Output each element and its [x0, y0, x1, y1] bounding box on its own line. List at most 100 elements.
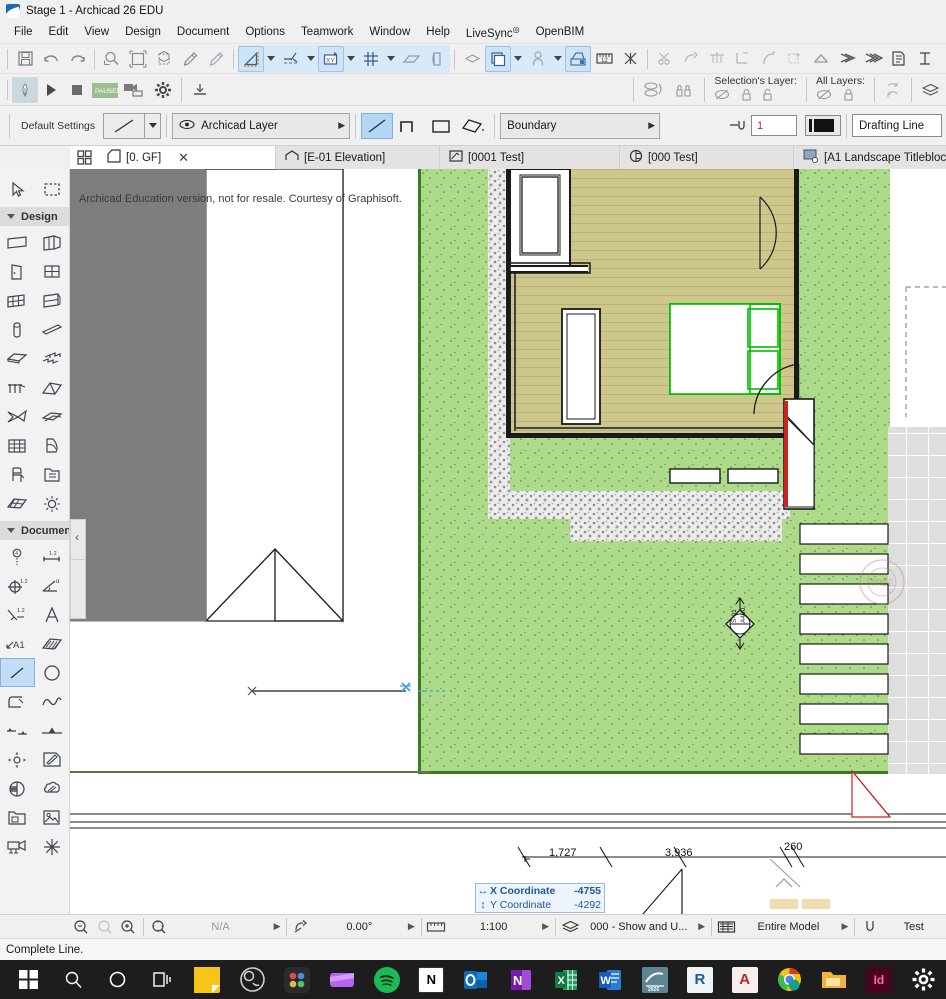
menu-teamwork[interactable]: Teamwork	[293, 24, 361, 40]
autocad-app[interactable]: A	[722, 960, 767, 999]
coordinate-tracker[interactable]: ↔ X Coordinate -4755 ↕ Y Coordinate -429…	[475, 883, 605, 913]
lock-toggle-icon[interactable]	[669, 77, 699, 103]
stair-tool[interactable]	[35, 344, 70, 373]
relative-constraint-icon[interactable]	[278, 46, 304, 72]
sticky-notes-app[interactable]	[185, 960, 230, 999]
solar-panel-tool[interactable]	[0, 489, 35, 518]
tab-grid-icon[interactable]	[70, 146, 98, 169]
arrow-tool[interactable]	[0, 175, 35, 204]
excel-app[interactable]: X	[543, 960, 588, 999]
orientation-value[interactable]: N/A	[170, 921, 270, 933]
redo-icon[interactable]	[64, 46, 90, 72]
tab-layout-titleblock[interactable]: [A1 Landscape Titleblock]	[794, 146, 946, 169]
door-tool[interactable]	[0, 257, 35, 286]
label-tool[interactable]: A1	[0, 629, 35, 658]
settings-app[interactable]	[901, 960, 946, 999]
stair-icon[interactable]	[860, 46, 886, 72]
window-tool[interactable]	[35, 257, 70, 286]
object-tool[interactable]	[0, 460, 35, 489]
indesign-app[interactable]: Id	[857, 960, 902, 999]
cortana-button[interactable]	[96, 960, 141, 999]
layers-dialog-icon[interactable]	[459, 46, 485, 72]
line-preview-caret-icon[interactable]	[145, 113, 161, 139]
selection-hide-icon[interactable]	[714, 88, 732, 104]
rectangle-tool[interactable]	[425, 113, 457, 139]
menu-document[interactable]: Document	[169, 24, 237, 40]
render-settings-icon[interactable]	[565, 46, 591, 72]
spotify-app[interactable]	[364, 960, 409, 999]
clipchamp-app[interactable]	[319, 960, 364, 999]
chrome-app[interactable]	[767, 960, 812, 999]
hotspot-fill-tool[interactable]	[35, 716, 70, 745]
person-icon[interactable]	[525, 46, 551, 72]
download-icon[interactable]	[187, 77, 213, 103]
visibility-toggle-icon[interactable]	[639, 77, 669, 103]
stop-icon[interactable]	[64, 77, 90, 103]
linear-dimension-tool[interactable]: 1.2	[35, 542, 70, 571]
multiply-icon[interactable]	[782, 46, 808, 72]
tab-floor-plan[interactable]: [0. GF] ✕	[98, 146, 276, 169]
guide-lines-icon[interactable]	[398, 46, 424, 72]
level-dimension-tool[interactable]: 4	[0, 542, 35, 571]
toolbox-section-design[interactable]: Design	[0, 207, 69, 226]
morph-tool[interactable]	[35, 402, 70, 431]
pen-set-value[interactable]: Test	[881, 921, 946, 933]
line-type-selector[interactable]: Drafting Line	[852, 114, 942, 137]
paused-badge[interactable]: PAUSED	[90, 77, 120, 103]
mesh-tool[interactable]	[0, 431, 35, 460]
pen-set-icon[interactable]	[858, 919, 881, 934]
onenote-app[interactable]: N	[498, 960, 543, 999]
adjust-icon[interactable]	[678, 46, 704, 72]
line-preview-combo[interactable]	[103, 113, 161, 139]
palette-expand-button[interactable]	[71, 520, 85, 560]
beam-column-tool[interactable]	[0, 315, 35, 344]
partial-structure-icon[interactable]	[715, 920, 738, 934]
menu-window[interactable]: Window	[361, 24, 418, 40]
magnetic-snap-caret-icon[interactable]	[264, 46, 278, 72]
selection-unlock-icon[interactable]	[761, 88, 774, 104]
scale-value[interactable]: 1:100	[448, 921, 539, 933]
slab-tool[interactable]	[0, 344, 35, 373]
text-tool[interactable]	[35, 600, 70, 629]
detail-tool[interactable]	[35, 774, 70, 803]
layer-combination-caret-icon[interactable]: ▶	[695, 921, 708, 932]
angle-dimension-tool[interactable]: α	[35, 571, 70, 600]
measure-icon[interactable]: 12	[591, 46, 617, 72]
grid-snap-icon[interactable]	[358, 46, 384, 72]
beam-tool[interactable]	[35, 315, 70, 344]
layers-stack-icon[interactable]	[917, 77, 943, 103]
obs-app[interactable]	[230, 960, 275, 999]
coordinate-input-icon[interactable]: XY	[318, 46, 344, 72]
railing-tool[interactable]	[0, 373, 35, 402]
collapsed-palette-handle[interactable]	[70, 519, 86, 619]
marker-icon[interactable]	[617, 46, 643, 72]
menu-edit[interactable]: Edit	[41, 24, 77, 40]
magnetic-snap-icon[interactable]	[238, 46, 264, 72]
structure-value[interactable]: Entire Model	[738, 921, 838, 933]
scale-caret-icon[interactable]: ▶	[539, 921, 552, 932]
redo-arc-icon[interactable]	[880, 77, 906, 103]
hotspot-point-tool[interactable]	[0, 745, 35, 774]
tracker-row-y[interactable]: ↕ Y Coordinate -4292	[476, 898, 604, 912]
text-cursor-icon[interactable]	[912, 46, 938, 72]
menu-design[interactable]: Design	[117, 24, 169, 40]
column-tool[interactable]	[35, 228, 70, 257]
shell-tool[interactable]	[0, 402, 35, 431]
boundary-selector[interactable]: Boundary ▶	[500, 113, 660, 139]
zoom-in-icon[interactable]	[117, 919, 140, 935]
notion-app[interactable]: N	[409, 960, 454, 999]
roof-icon[interactable]	[808, 46, 834, 72]
all-layers-lock-icon[interactable]	[843, 88, 854, 104]
revit-app[interactable]: R	[677, 960, 722, 999]
outlook-app[interactable]	[454, 960, 499, 999]
export-video-icon[interactable]	[120, 77, 150, 103]
grid-snap-caret-icon[interactable]	[384, 46, 398, 72]
file-explorer-app[interactable]	[812, 960, 857, 999]
fit-in-window-icon[interactable]	[125, 46, 151, 72]
toolbox-section-document[interactable]: Document	[0, 521, 69, 540]
save-icon[interactable]	[12, 46, 38, 72]
single-line-tool[interactable]	[361, 113, 393, 139]
spline-tool[interactable]	[35, 687, 70, 716]
curtain-wall-tool[interactable]	[0, 286, 35, 315]
elevation-dimension-tool[interactable]: 1.2	[0, 600, 35, 629]
